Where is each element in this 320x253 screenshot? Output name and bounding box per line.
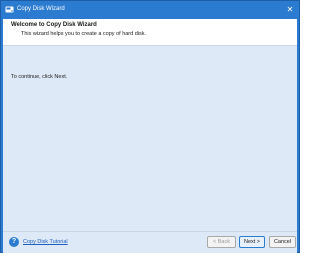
page-title: Welcome to Copy Disk Wizard <box>11 22 97 28</box>
title-bar[interactable]: Copy Disk Wizard ✕ <box>1 1 299 19</box>
help-icon[interactable]: ? <box>9 237 19 247</box>
disk-app-icon <box>5 5 14 14</box>
page-subtitle: This wizard helps you to create a copy o… <box>21 31 147 37</box>
instruction-text: To continue, click Next. <box>11 74 68 80</box>
wizard-window: Copy Disk Wizard ✕ Welcome to Copy Disk … <box>0 0 300 253</box>
window-title: Copy Disk Wizard <box>17 6 65 12</box>
wizard-header: Welcome to Copy Disk Wizard This wizard … <box>3 19 297 46</box>
wizard-content: To continue, click Next. <box>3 46 297 231</box>
next-button[interactable]: Next > <box>239 236 265 248</box>
back-button[interactable]: < Back <box>207 236 236 248</box>
tutorial-link[interactable]: Copy Disk Tutorial <box>23 239 68 245</box>
wizard-footer: ? Copy Disk Tutorial < Back Next > Cance… <box>3 231 297 253</box>
cancel-button[interactable]: Cancel <box>269 236 296 248</box>
close-icon[interactable]: ✕ <box>284 4 296 15</box>
